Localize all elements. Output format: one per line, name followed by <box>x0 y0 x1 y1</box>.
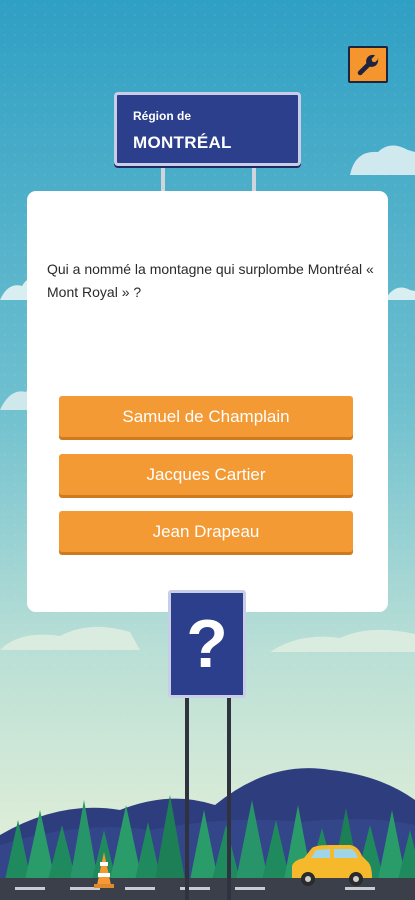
wrench-icon <box>357 54 379 75</box>
question-text: Qui a nommé la montagne qui surplombe Mo… <box>47 261 374 300</box>
region-sign: Région de MONTRÉAL <box>114 92 301 166</box>
answer-button-1[interactable]: Samuel de Champlain <box>59 396 353 437</box>
question-mark-sign: ? <box>168 590 246 698</box>
answer-button-3[interactable]: Jean Drapeau <box>59 511 353 552</box>
answer-button-2[interactable]: Jacques Cartier <box>59 454 353 495</box>
question-card: Qui a nommé la montagne qui surplombe Mo… <box>27 191 388 612</box>
question-mark-icon: ? <box>186 606 228 682</box>
region-sign-prefix: Région de <box>133 109 192 123</box>
region-sign-city: MONTRÉAL <box>133 133 232 152</box>
settings-button[interactable] <box>348 46 388 83</box>
